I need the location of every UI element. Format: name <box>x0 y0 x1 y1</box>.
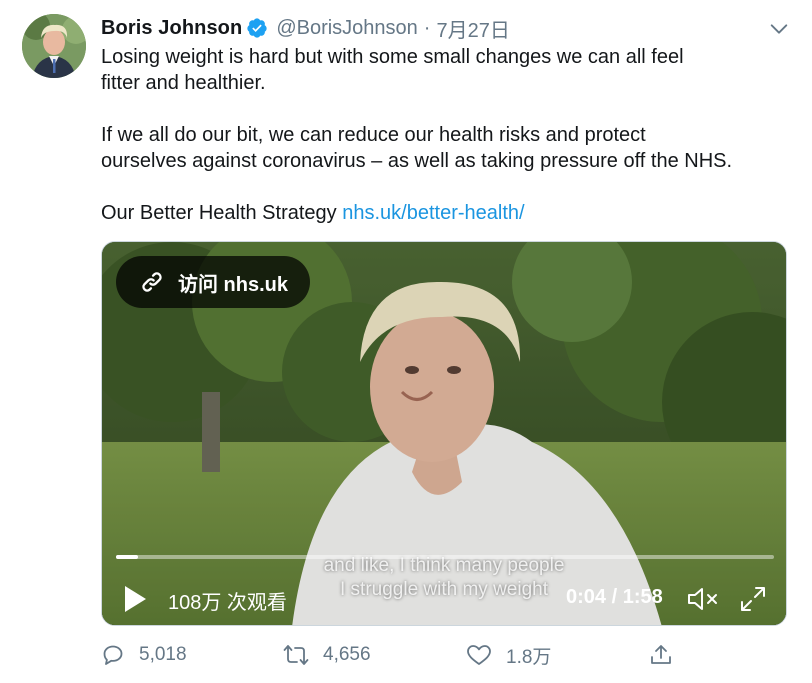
reply-button[interactable]: 5,018 <box>101 640 187 670</box>
like-icon <box>467 645 491 665</box>
play-icon[interactable] <box>120 582 150 616</box>
mute-icon[interactable] <box>686 584 720 614</box>
retweet-icon <box>283 645 309 665</box>
author-name[interactable]: Boris Johnson <box>101 17 242 40</box>
tweet-header: Boris Johnson @BorisJohnson · 7月27日 <box>101 14 510 42</box>
reply-icon <box>103 645 123 665</box>
video-progress-bar[interactable] <box>116 555 774 559</box>
tweet-line: If we all do our bit, we can reduce our … <box>101 124 646 146</box>
share-button[interactable] <box>649 640 687 670</box>
like-count: 1.8万 <box>506 646 552 668</box>
video-progress-fill <box>116 555 139 559</box>
video-player[interactable]: 访问 nhs.uk and like, I think many people … <box>101 241 787 626</box>
visit-site-label: 访问 nhs.uk <box>178 273 289 296</box>
verified-badge-icon <box>246 17 268 39</box>
tweet-line: Our Better Health Strategy nhs.uk/better… <box>101 200 791 226</box>
share-icon <box>651 645 671 664</box>
fullscreen-icon[interactable] <box>738 584 768 614</box>
caret-down-icon[interactable] <box>768 18 790 40</box>
link-icon <box>138 268 166 296</box>
author-handle[interactable]: @BorisJohnson <box>276 17 417 40</box>
tweet-date[interactable]: 7月27日 <box>436 14 509 43</box>
retweet-button[interactable]: 4,656 <box>283 640 371 670</box>
tweet-line-prefix: Our Better Health Strategy <box>101 202 343 224</box>
reply-count: 5,018 <box>139 644 187 665</box>
tweet-card[interactable]: Boris Johnson @BorisJohnson · 7月27日 Losi… <box>0 0 812 683</box>
tweet-actions: 5,018 4,656 1.8万 <box>101 640 691 670</box>
tweet-line: fitter and healthier. <box>101 72 266 94</box>
avatar-image <box>22 14 86 78</box>
tweet-link[interactable]: nhs.uk/better-health/ <box>342 202 524 224</box>
video-time: 0:04 / 1:58 <box>566 586 663 608</box>
visit-site-button[interactable]: 访问 nhs.uk <box>116 256 311 308</box>
like-button[interactable]: 1.8万 <box>466 640 551 670</box>
tweet-line: ourselves against coronavirus – as well … <box>101 150 733 172</box>
retweet-count: 4,656 <box>323 644 371 665</box>
view-count: 108万 次观看 <box>168 592 287 614</box>
tweet-text: Losing weight is hard but with some smal… <box>101 44 791 226</box>
separator-dot: · <box>423 16 431 39</box>
tweet-line: Losing weight is hard but with some smal… <box>101 46 684 68</box>
avatar[interactable] <box>22 14 86 78</box>
